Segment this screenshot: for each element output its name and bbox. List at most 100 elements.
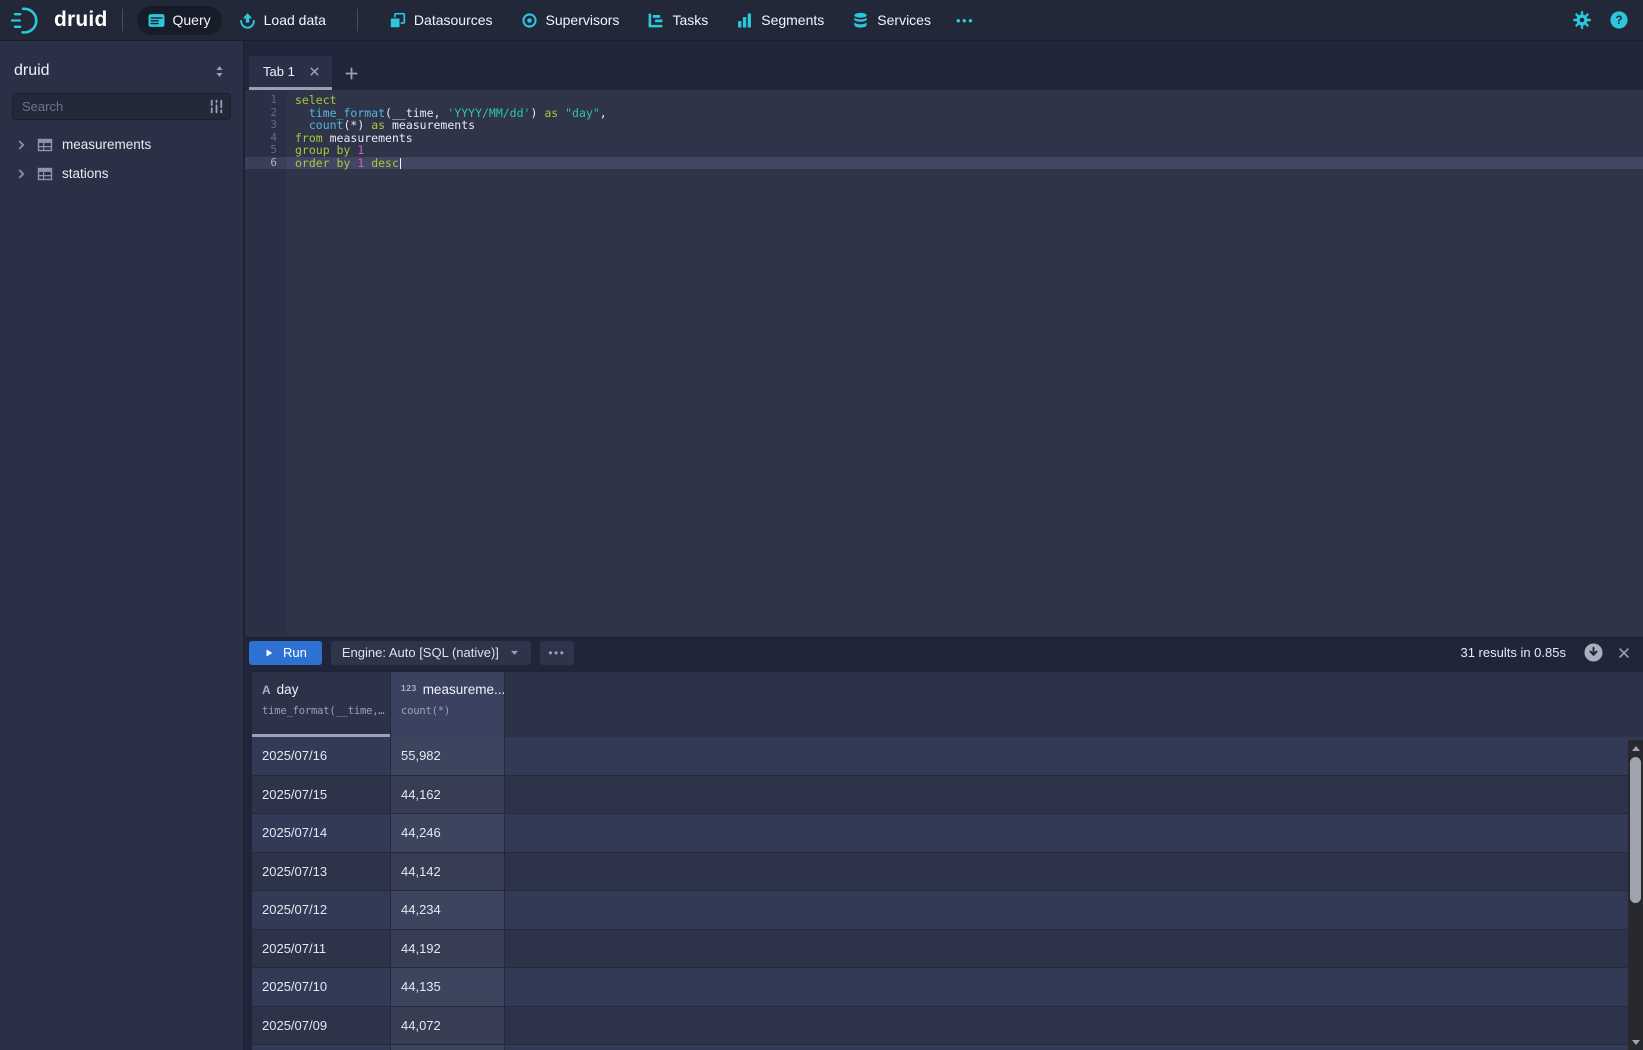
datasources-icon bbox=[389, 12, 406, 29]
filter-sliders-icon[interactable] bbox=[208, 98, 225, 115]
table-icon bbox=[37, 137, 53, 153]
cell-measurements[interactable]: 44,072 bbox=[391, 1007, 505, 1045]
cell-measurements[interactable]: 44,162 bbox=[391, 776, 505, 814]
table-row[interactable]: 2025/07/16 55,982 bbox=[252, 737, 1643, 776]
play-icon bbox=[264, 648, 274, 658]
table-row[interactable]: 2025/07/11 44,192 bbox=[252, 930, 1643, 969]
navbar-items: Query Load data Datasources Supervisors bbox=[137, 6, 983, 35]
tree-item-measurements[interactable]: measurements bbox=[0, 130, 243, 159]
query-more-button[interactable]: ••• bbox=[540, 641, 574, 665]
help-icon[interactable]: ? bbox=[1609, 10, 1629, 30]
scrollbar-thumb[interactable] bbox=[1630, 757, 1641, 903]
cell-measurements[interactable]: 44,192 bbox=[391, 930, 505, 968]
column-header-measurements[interactable]: 123 measureme... count(*) bbox=[391, 672, 505, 737]
tree-item-label: stations bbox=[62, 166, 109, 181]
number-type-icon: 123 bbox=[401, 683, 417, 693]
cell-day[interactable]: 2025/07/10 bbox=[252, 968, 391, 1006]
string-type-icon: A bbox=[262, 683, 271, 697]
code-line-active: order by 1 desc bbox=[287, 157, 1643, 170]
close-results-icon[interactable] bbox=[1617, 646, 1631, 660]
table-row[interactable]: 2025/07/13 44,142 bbox=[252, 853, 1643, 892]
druid-logo-icon bbox=[10, 4, 47, 37]
code-line: time_format(__time, 'YYYY/MM/dd') as "da… bbox=[287, 107, 1643, 120]
cell-measurements[interactable]: 55,982 bbox=[391, 737, 505, 775]
nav-item-tasks[interactable]: Tasks bbox=[636, 6, 719, 35]
cell-day[interactable]: 2025/07/15 bbox=[252, 776, 391, 814]
line-number: 3 bbox=[245, 119, 287, 132]
cell-day[interactable]: 2025/07/16 bbox=[252, 737, 391, 775]
navbar-divider bbox=[357, 9, 358, 31]
cell-day[interactable]: 2025/07/13 bbox=[252, 853, 391, 891]
results-scrollbar[interactable] bbox=[1628, 740, 1643, 1050]
schema-name: druid bbox=[14, 62, 50, 80]
run-bar: Run Engine: Auto [SQL (native)] ••• 31 r… bbox=[245, 637, 1643, 667]
nav-item-query[interactable]: Query bbox=[137, 6, 222, 35]
column-expression: time_format(__time,… bbox=[262, 705, 390, 717]
table-row[interactable]: 2025/07/15 44,162 bbox=[252, 776, 1643, 815]
tree-item-label: measurements bbox=[62, 137, 151, 152]
text-cursor bbox=[400, 158, 402, 169]
navbar-right: ? bbox=[1572, 10, 1629, 30]
nav-item-supervisors[interactable]: Supervisors bbox=[510, 6, 631, 35]
download-results-icon[interactable] bbox=[1583, 642, 1604, 663]
scroll-up-icon[interactable] bbox=[1628, 741, 1643, 755]
column-name: day bbox=[277, 682, 299, 697]
tasks-icon bbox=[647, 12, 664, 29]
cell-day[interactable]: 2025/07/09 bbox=[252, 1007, 391, 1045]
run-button[interactable]: Run bbox=[249, 641, 322, 665]
cell-measurements[interactable]: 44,234 bbox=[391, 891, 505, 929]
supervisors-icon bbox=[521, 12, 538, 29]
line-number-gutter: 1 2 3 4 5 6 bbox=[245, 90, 287, 637]
settings-gear-icon[interactable] bbox=[1572, 10, 1592, 30]
chevron-right-icon[interactable] bbox=[14, 167, 28, 181]
code-area[interactable]: select time_format(__time, 'YYYY/MM/dd')… bbox=[287, 90, 1643, 637]
line-number: 2 bbox=[245, 107, 287, 120]
cell-day[interactable]: 2025/07/11 bbox=[252, 930, 391, 968]
cell-measurements[interactable]: 44,246 bbox=[391, 814, 505, 852]
table-row-partial bbox=[252, 1045, 1643, 1050]
cell-measurements[interactable]: 44,142 bbox=[391, 853, 505, 891]
nav-item-datasources[interactable]: Datasources bbox=[378, 6, 504, 35]
results-table-body: 2025/07/16 55,982 2025/07/15 44,162 2025… bbox=[252, 737, 1643, 1050]
schema-sidebar: druid measurements stations bbox=[0, 41, 245, 1050]
code-line: count(*) as measurements bbox=[287, 119, 1643, 132]
tab-tab1[interactable]: Tab 1 bbox=[249, 56, 332, 90]
nav-item-load-data[interactable]: Load data bbox=[228, 6, 337, 35]
code-line: from measurements bbox=[287, 132, 1643, 145]
results-table: A day time_format(__time,… 123 measureme… bbox=[252, 672, 1643, 1050]
cell-day[interactable]: 2025/07/12 bbox=[252, 891, 391, 929]
results-status: 31 results in 0.85s bbox=[1460, 645, 1566, 660]
tree-item-stations[interactable]: stations bbox=[0, 159, 243, 188]
new-tab-plus-icon[interactable] bbox=[332, 56, 372, 90]
line-number: 4 bbox=[245, 132, 287, 145]
line-number: 1 bbox=[245, 94, 287, 107]
services-icon bbox=[852, 12, 869, 29]
search-input[interactable] bbox=[12, 93, 231, 120]
table-row[interactable]: 2025/07/09 44,072 bbox=[252, 1007, 1643, 1046]
cell-day[interactable]: 2025/07/14 bbox=[252, 814, 391, 852]
scroll-down-icon[interactable] bbox=[1628, 1035, 1643, 1049]
column-header-day[interactable]: A day time_format(__time,… bbox=[252, 672, 391, 737]
sql-editor[interactable]: 1 2 3 4 5 6 select time_format(__time, '… bbox=[245, 90, 1643, 637]
table-row[interactable]: 2025/07/10 44,135 bbox=[252, 968, 1643, 1007]
nav-item-segments[interactable]: Segments bbox=[725, 6, 835, 35]
chevron-right-icon[interactable] bbox=[14, 138, 28, 152]
results-table-header: A day time_format(__time,… 123 measureme… bbox=[252, 672, 1643, 737]
schema-selector[interactable]: druid bbox=[0, 41, 243, 93]
cell-measurements[interactable]: 44,135 bbox=[391, 968, 505, 1006]
line-number-active: 6 bbox=[245, 157, 287, 170]
druid-logo[interactable]: druid bbox=[10, 4, 108, 37]
tab-close-icon[interactable] bbox=[308, 65, 321, 78]
navbar-divider bbox=[122, 9, 123, 31]
engine-select-button[interactable]: Engine: Auto [SQL (native)] bbox=[331, 641, 531, 665]
nav-item-services[interactable]: Services bbox=[841, 6, 942, 35]
query-workbench: Tab 1 1 2 3 4 5 6 select time_format(__t… bbox=[245, 41, 1643, 1050]
table-row[interactable]: 2025/07/14 44,246 bbox=[252, 814, 1643, 853]
results-panel: A day time_format(__time,… 123 measureme… bbox=[245, 667, 1643, 1050]
tab-bar: Tab 1 bbox=[245, 41, 1643, 90]
double-caret-vertical-icon bbox=[212, 64, 227, 79]
table-row[interactable]: 2025/07/12 44,234 bbox=[252, 891, 1643, 930]
tab-label: Tab 1 bbox=[263, 64, 295, 79]
nav-more-button[interactable]: ••• bbox=[948, 7, 982, 34]
top-navbar: druid Query Load data Datasources S bbox=[0, 0, 1643, 41]
